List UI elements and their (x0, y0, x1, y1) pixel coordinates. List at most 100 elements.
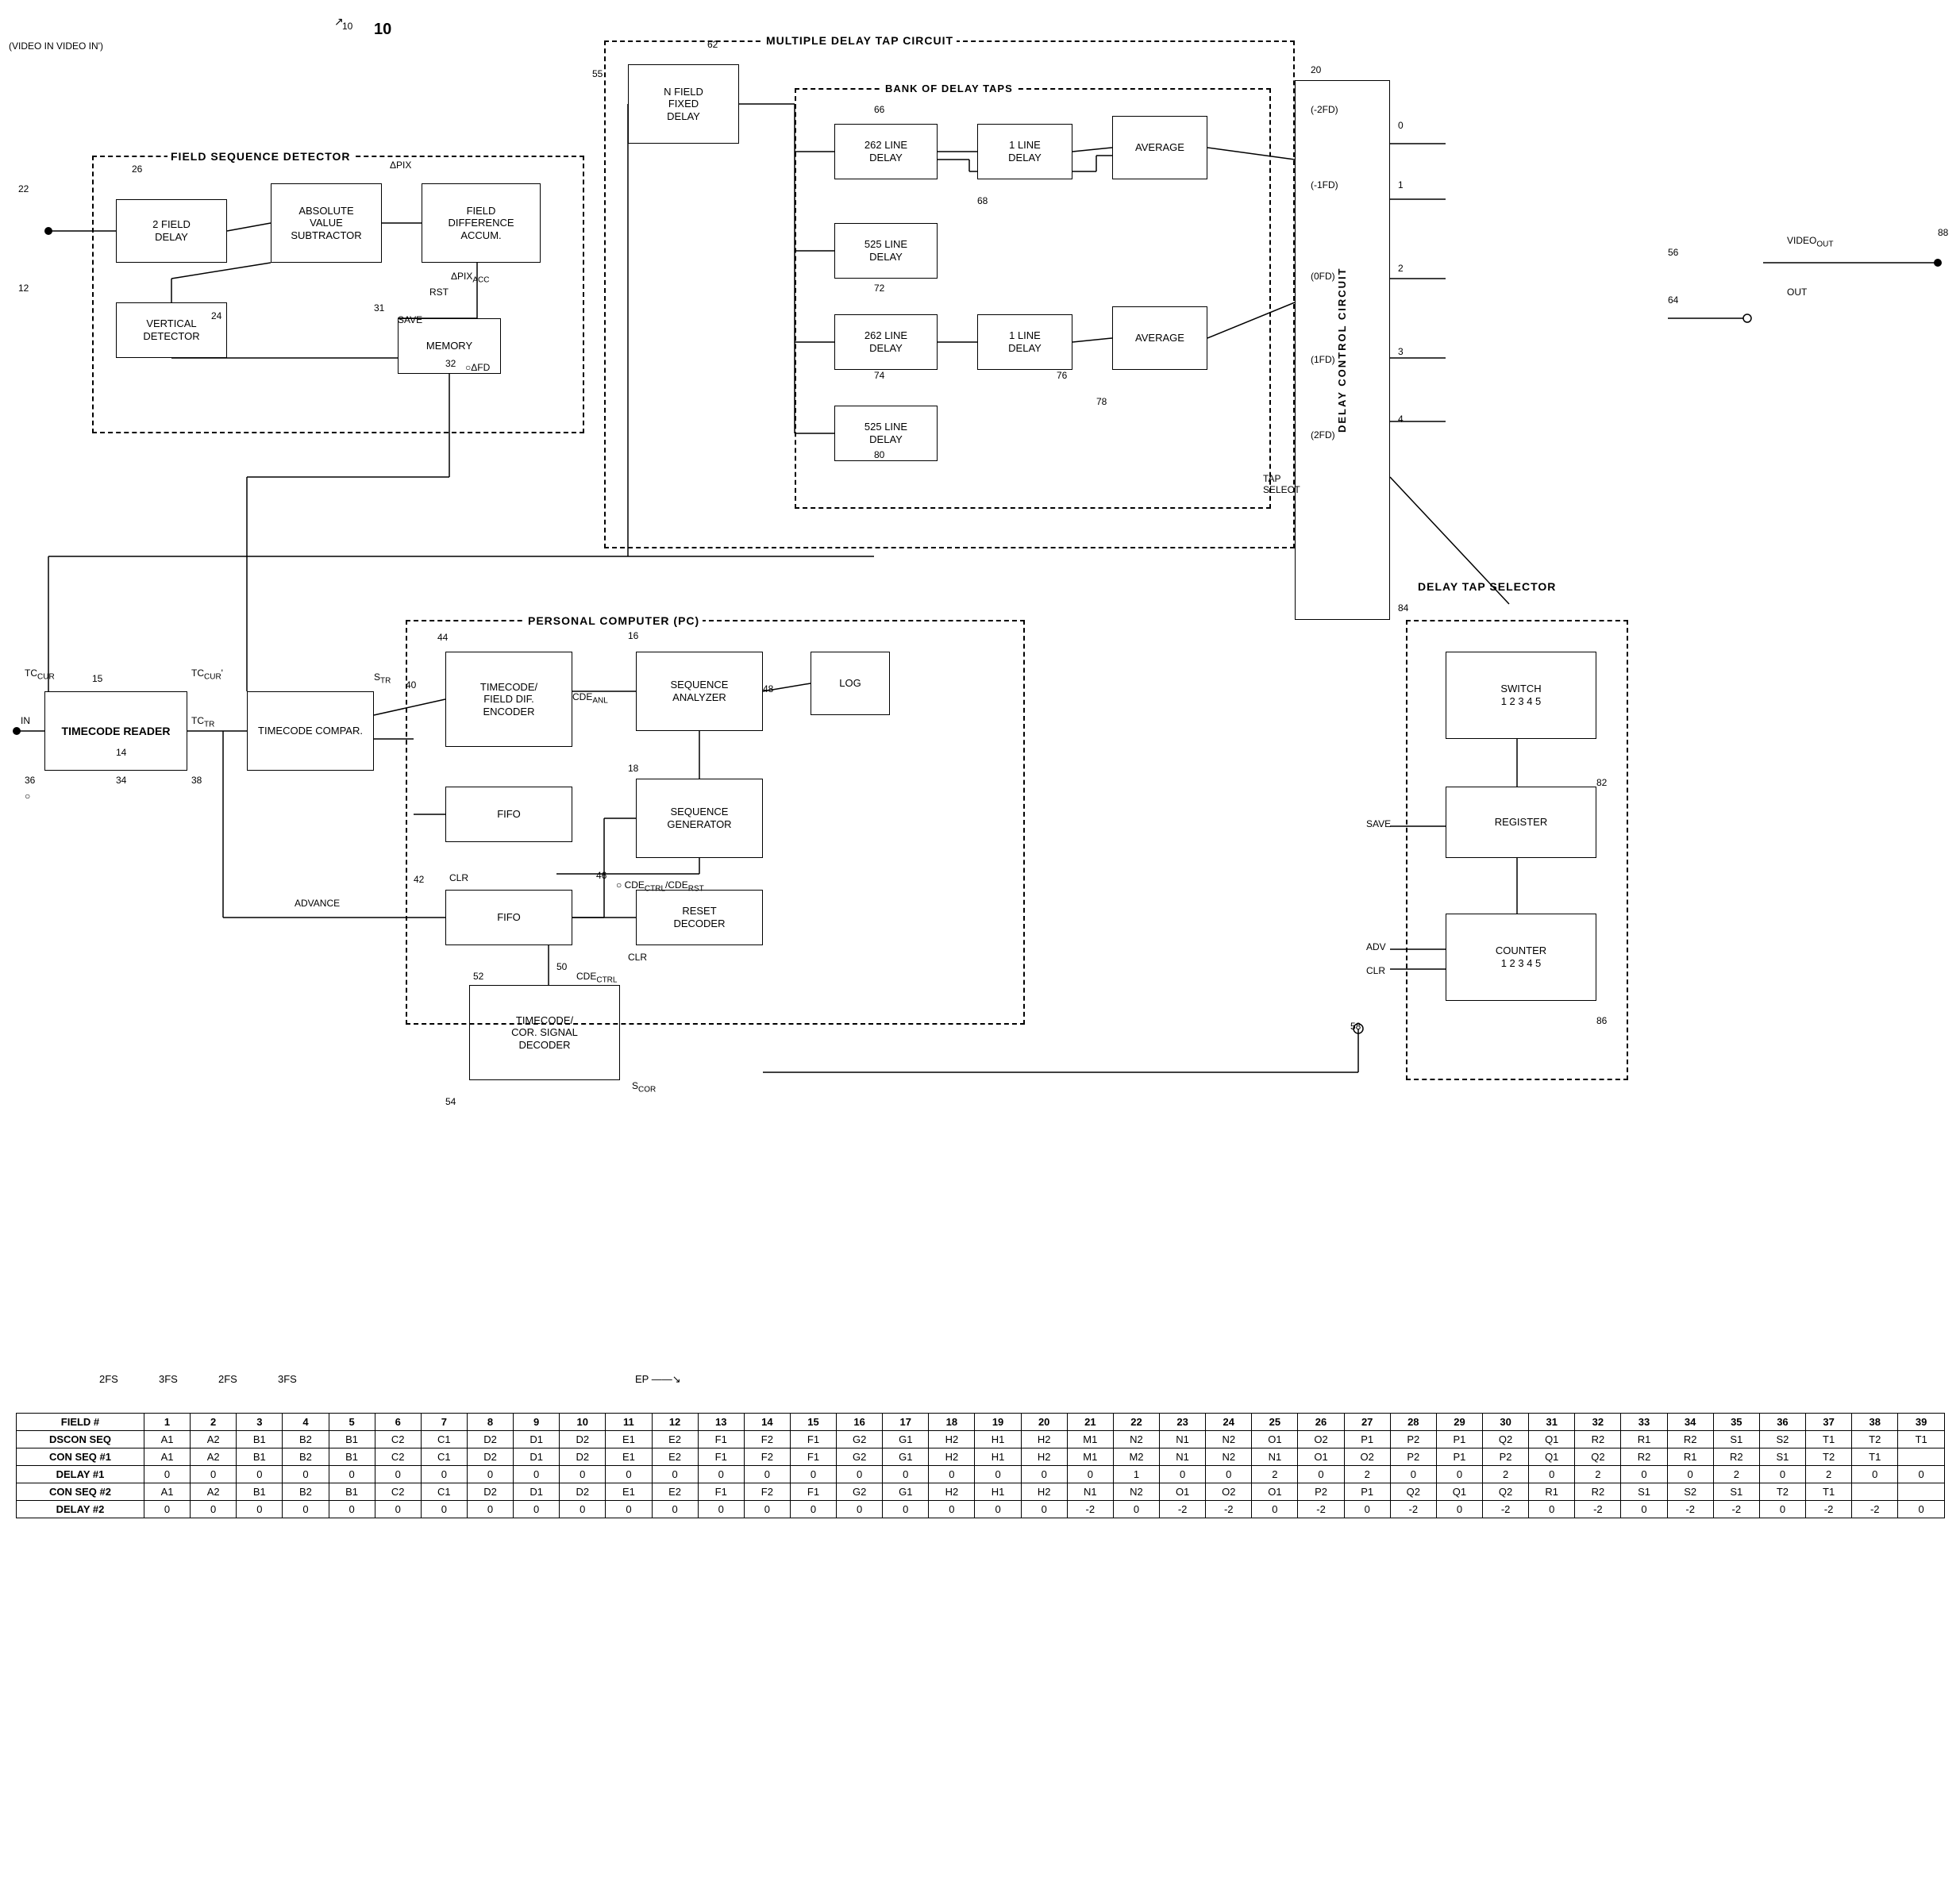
label-str: STR (374, 671, 391, 685)
label-34: 34 (116, 775, 126, 786)
label-86: 86 (1596, 1015, 1607, 1026)
col-18: 18 (929, 1414, 975, 1431)
col-2: 2 (191, 1414, 237, 1431)
label-44: 44 (437, 632, 448, 643)
label-tap-select: TAPSELECT (1263, 473, 1300, 495)
label-2fd: (2FD) (1311, 429, 1335, 441)
label-clr3: CLR (1366, 965, 1385, 976)
col-8: 8 (467, 1414, 513, 1431)
col-7: 7 (421, 1414, 467, 1431)
col-20: 20 (1021, 1414, 1067, 1431)
label-68: 68 (977, 195, 988, 206)
col-21: 21 (1067, 1414, 1113, 1431)
num-0: 0 (1398, 120, 1404, 131)
label-3fs-2: 3FS (278, 1373, 297, 1385)
col-29: 29 (1436, 1414, 1482, 1431)
label-80: 80 (874, 449, 884, 460)
circuit-diagram: (VIDEO IN VIDEO IN') IN 10 ↗ TIMECODE RE… (0, 0, 1960, 1349)
label-node36: ○ (25, 791, 30, 802)
col-9: 9 (514, 1414, 560, 1431)
label-50: 50 (556, 961, 567, 972)
label-52: 52 (473, 971, 483, 982)
label-ep: EP ——↘ (635, 1373, 681, 1386)
in-label: IN (21, 715, 30, 726)
label-58: 58 (1350, 1021, 1361, 1032)
label-66: 66 (874, 104, 884, 115)
num-1: 1 (1398, 179, 1404, 190)
col-25: 25 (1252, 1414, 1298, 1431)
label-64: 64 (1668, 294, 1678, 306)
col-24: 24 (1206, 1414, 1252, 1431)
col-1: 1 (144, 1414, 190, 1431)
label-cde-anl: CDEANL (572, 691, 608, 705)
label-12: 12 (18, 283, 29, 294)
col-19: 19 (975, 1414, 1021, 1431)
label-55: 55 (592, 68, 603, 79)
col-34: 34 (1667, 1414, 1713, 1431)
label-rst: RST (429, 287, 449, 298)
label-adv: ADV (1366, 941, 1386, 952)
bank-of-delay-taps-label: BANK OF DELAY TAPS (882, 83, 1016, 94)
label-3fs-1: 3FS (159, 1373, 178, 1385)
label-14: 14 (116, 747, 126, 758)
label-38: 38 (191, 775, 202, 786)
delay-tap-selector-box (1406, 620, 1628, 1080)
label-82: 82 (1596, 777, 1607, 788)
label-save: SAVE (398, 314, 422, 325)
label-62: 62 (707, 39, 718, 50)
label-74: 74 (874, 370, 884, 381)
label-56: 56 (1668, 247, 1678, 258)
video-out-label: VIDEOOUT (1787, 235, 1833, 248)
sequence-table: FIELD # 1 2 3 4 5 6 7 8 9 10 11 12 13 14… (16, 1413, 1945, 1518)
label-18: 18 (628, 763, 638, 774)
col-22: 22 (1113, 1414, 1159, 1431)
label-72: 72 (874, 283, 884, 294)
label-22: 22 (18, 183, 29, 194)
label-10: 10 (342, 21, 352, 32)
label-48: 48 (763, 683, 773, 694)
col-14: 14 (744, 1414, 790, 1431)
label-40: 40 (406, 679, 416, 691)
label-15: 15 (92, 673, 102, 684)
col-5: 5 (329, 1414, 375, 1431)
col-32: 32 (1575, 1414, 1621, 1431)
label-42: 42 (414, 874, 424, 885)
table-section: 2FS 3FS 2FS 3FS EP ——↘ FIELD # 1 2 3 4 5… (16, 1373, 1945, 1518)
con-seq-1-row: CON SEQ #1 A1A2B1B2B1C2C1D2D1D2 E1E2F1F2… (17, 1448, 1945, 1466)
col-16: 16 (837, 1414, 883, 1431)
label-2fd-neg: (-2FD) (1311, 104, 1338, 115)
col-27: 27 (1344, 1414, 1390, 1431)
label-36: 36 (25, 775, 35, 786)
label-clr1: CLR (449, 872, 468, 883)
col-26: 26 (1298, 1414, 1344, 1431)
personal-computer-label: PERSONAL COMPUTER (PC) (525, 614, 703, 627)
con-seq-2-row: CON SEQ #2 A1A2B1B2B1C2C1D2D1D2 E1E2F1F2… (17, 1483, 1945, 1501)
out-label: OUT (1787, 287, 1807, 298)
field-sequence-detector-box (92, 156, 584, 433)
dscon-seq-row: DSCON SEQ A1A2B1B2B1C2C1D2D1D2 E1E2F1F2F… (17, 1431, 1945, 1448)
multiple-delay-tap-circuit-label: MULTIPLE DELAY TAP CIRCUIT (763, 34, 957, 47)
figure-number: 10 (374, 21, 391, 39)
col-11: 11 (606, 1414, 652, 1431)
num-4: 4 (1398, 414, 1404, 425)
label-31: 31 (374, 302, 384, 314)
label-46: 46 (596, 870, 606, 881)
label-dpix: ΔPIX (390, 160, 411, 171)
label-20: 20 (1311, 64, 1321, 75)
col-17: 17 (883, 1414, 929, 1431)
delay-tap-selector-label: DELAY TAP SELECTOR (1418, 580, 1556, 593)
label-76: 76 (1057, 370, 1067, 381)
label-save2: SAVE (1366, 818, 1391, 829)
delay-2-row: DELAY #2 0000000000 0000000000 -20-2-20-… (17, 1501, 1945, 1518)
label-cde: ○ CDECTRL/CDERST (616, 879, 704, 893)
col-38: 38 (1852, 1414, 1898, 1431)
delay-control-circuit-block: DELAY CONTROL CIRCUIT (1295, 80, 1390, 620)
label-88: 88 (1938, 227, 1948, 238)
col-30: 30 (1483, 1414, 1529, 1431)
label-tc-cur: TCCUR (25, 667, 55, 681)
num-2: 2 (1398, 263, 1404, 274)
delay-1-row: DELAY #1 0000000000 0000000000 010020200… (17, 1466, 1945, 1483)
col-37: 37 (1806, 1414, 1852, 1431)
label-54: 54 (445, 1096, 456, 1107)
label-78: 78 (1096, 396, 1107, 407)
